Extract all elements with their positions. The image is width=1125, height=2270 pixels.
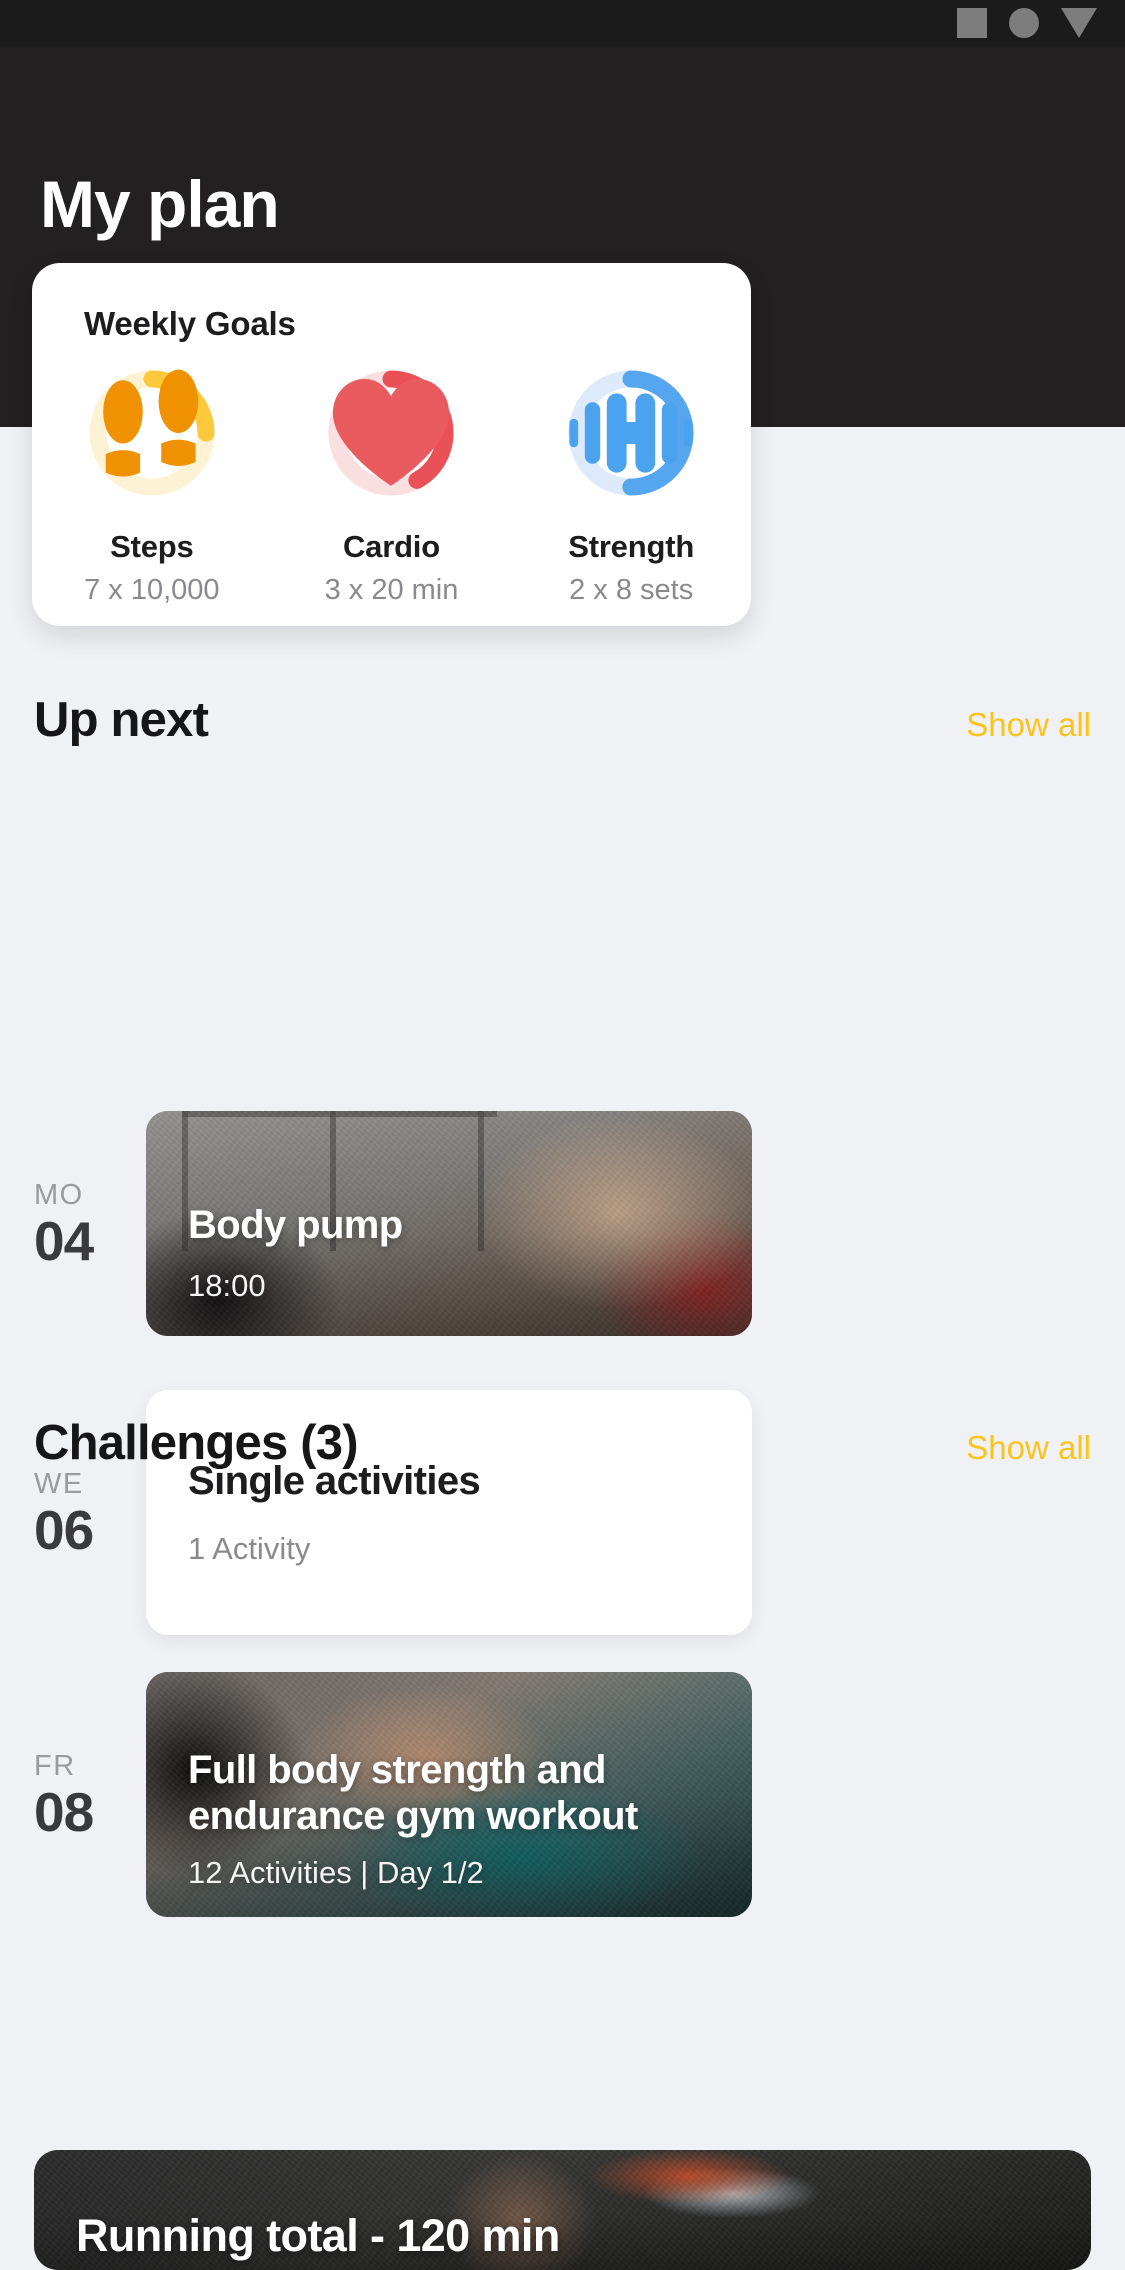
page-title: My plan	[40, 167, 280, 241]
event-subtitle: 18:00	[188, 1267, 266, 1303]
list-item[interactable]: MO 04 Body pump 18:00	[0, 1111, 1125, 1336]
goal-cardio[interactable]: Cardio 3 x 20 min	[289, 367, 494, 607]
dumbbell-icon	[565, 367, 697, 499]
section-title: Up next	[34, 693, 209, 747]
weekly-goals-rings: Steps 7 x 10,000 Cardio 3 x 20 min Stren…	[32, 367, 751, 607]
steps-progress-ring	[86, 367, 218, 499]
event-subtitle: 1 Activity	[188, 1531, 311, 1567]
event-date: MO 04	[0, 1177, 146, 1271]
event-day: 06	[34, 1498, 94, 1561]
event-weekday: MO	[34, 1178, 84, 1211]
event-weekday: FR	[34, 1749, 76, 1782]
up-next-show-all-link[interactable]: Show all	[966, 706, 1091, 744]
event-title: Full body strength and endurance gym wor…	[188, 1748, 638, 1839]
goal-strength[interactable]: Strength 2 x 8 sets	[529, 367, 734, 607]
strength-progress-ring	[565, 367, 697, 499]
heart-icon	[325, 367, 457, 499]
challenge-card-running-total[interactable]: Running total - 120 min	[34, 2150, 1091, 2270]
event-title: Body pump	[188, 1203, 403, 1248]
status-bar	[0, 0, 1125, 46]
square-icon	[957, 8, 987, 38]
event-date: WE 06	[0, 1466, 146, 1560]
event-card-body-pump[interactable]: Body pump 18:00	[146, 1111, 752, 1336]
goal-name: Steps	[110, 529, 194, 564]
event-subtitle: 12 Activities | Day 1/2	[188, 1854, 484, 1890]
goal-target: 2 x 8 sets	[569, 574, 694, 606]
up-next-section-header: Up next Show all	[0, 692, 1125, 748]
event-date: FR 08	[0, 1748, 146, 1842]
cardio-progress-ring	[325, 367, 457, 499]
event-day: 08	[34, 1780, 94, 1843]
goal-name: Cardio	[342, 529, 440, 564]
footprints-icon	[86, 367, 218, 499]
weekly-goals-title: Weekly Goals	[84, 305, 296, 342]
event-day: 04	[34, 1209, 94, 1272]
goal-target: 3 x 20 min	[324, 574, 459, 606]
goal-target: 7 x 10,000	[84, 574, 220, 606]
goal-name: Strength	[568, 529, 695, 564]
section-title: Challenges (3)	[34, 1416, 359, 1470]
challenges-show-all-link[interactable]: Show all	[966, 1429, 1091, 1467]
list-item[interactable]: FR 08 Full body strength and endurance g…	[0, 1672, 1125, 1917]
challenges-section-header: Challenges (3) Show all	[0, 1415, 1125, 1471]
goal-steps[interactable]: Steps 7 x 10,000	[49, 367, 254, 607]
challenge-title: Running total - 120 min	[76, 2210, 560, 2261]
event-card-full-body-strength[interactable]: Full body strength and endurance gym wor…	[146, 1672, 752, 1917]
circle-icon	[1009, 8, 1039, 38]
triangle-down-icon	[1061, 8, 1097, 38]
weekly-goals-card[interactable]: Weekly Goals Steps 7 x 10,000 Cardio 3 x…	[32, 263, 751, 626]
